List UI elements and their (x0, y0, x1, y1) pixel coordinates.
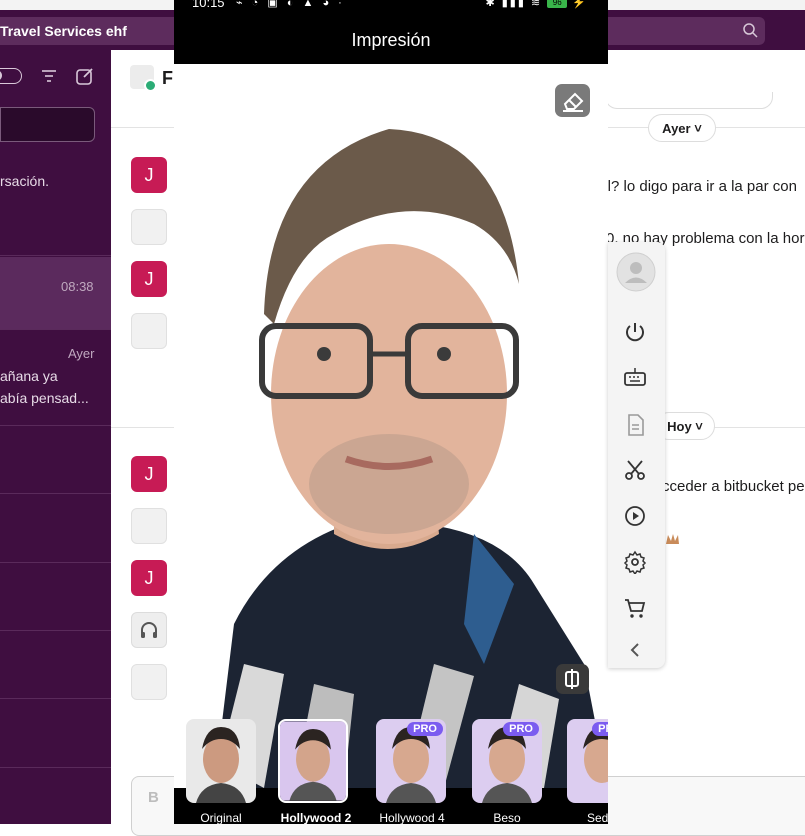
filter-thumb-hollywood-4[interactable]: PRO (376, 719, 446, 803)
day-pill-ayer[interactable]: Ayer ˅ (648, 114, 716, 142)
photo-viewer[interactable] (174, 64, 608, 788)
compose-icon[interactable] (75, 66, 95, 86)
compare-button[interactable] (556, 664, 589, 694)
avatar[interactable] (131, 508, 167, 544)
pro-badge: PRO (592, 722, 608, 736)
power-icon[interactable] (623, 320, 647, 344)
avatar[interactable]: J (131, 261, 167, 297)
divider (0, 493, 111, 494)
headphones-avatar[interactable] (131, 612, 167, 648)
status-time: 10:15 (192, 0, 225, 10)
document-icon[interactable] (623, 413, 647, 437)
avatar[interactable] (131, 664, 167, 700)
sidebar-item-preview: añana ya (0, 368, 58, 384)
sidebar-item-preview: rsación. (0, 173, 50, 189)
pro-badge: PRO (407, 722, 443, 736)
divider (0, 425, 111, 426)
divider (0, 562, 111, 563)
eraser-button[interactable] (555, 84, 590, 117)
eraser-icon (563, 92, 584, 112)
chevron-down-icon: ˅ (694, 121, 702, 136)
settings-icon[interactable] (623, 550, 647, 574)
portrait-photo (174, 64, 608, 788)
sidebar-item-preview: abía pensad... (0, 390, 89, 406)
sidebar: rsación. 08:38 Ayer añana ya abía pensad… (0, 50, 111, 824)
message-card-edge (605, 92, 773, 109)
cart-icon[interactable] (623, 596, 647, 620)
divider (0, 630, 111, 631)
sidebar-item-time: Ayer (68, 346, 95, 361)
divider (0, 255, 111, 256)
keyboard-icon[interactable] (623, 365, 647, 389)
emoji-reaction-icon (662, 528, 682, 548)
status-bar: 10:15 ⌁ ◔ ▣ ◐ ▲ ◕ · ✱ ▮▮▮ ≋ 96 ⚡ (174, 0, 608, 12)
avatar[interactable]: J (131, 560, 167, 596)
unread-toggle[interactable] (0, 68, 22, 84)
filter-label: Sed (587, 811, 608, 824)
filter-label: Beso (493, 811, 521, 824)
pro-badge: PRO (503, 722, 539, 736)
avatar[interactable] (131, 209, 167, 245)
search-icon[interactable] (742, 22, 758, 38)
compare-icon (565, 669, 579, 689)
online-status-dot (144, 79, 157, 92)
divider (0, 329, 111, 330)
notification-icons: ⌁ ◔ ▣ ◐ ▲ ◕ · (236, 0, 345, 9)
battery-icon: 96 (547, 0, 568, 9)
filter-label: Hollywood 4 (379, 811, 445, 824)
avatar[interactable]: J (131, 456, 167, 492)
filter-thumb-sed[interactable]: PRO (567, 719, 608, 803)
divider (0, 767, 111, 768)
filter-label: Original (200, 811, 242, 824)
workspace-name: Travel Services ehf (0, 23, 127, 39)
sidebar-search[interactable] (0, 107, 95, 142)
user-avatar-icon[interactable] (616, 252, 656, 292)
headphones-icon (141, 622, 157, 638)
channel-avatar[interactable] (130, 65, 157, 92)
avatar[interactable]: J (131, 157, 167, 193)
scissors-icon[interactable] (623, 458, 647, 482)
play-icon[interactable] (623, 504, 647, 528)
avatar[interactable] (131, 313, 167, 349)
bold-button[interactable]: B (148, 789, 159, 806)
message-text: cceder a bitbucket pe (662, 478, 805, 495)
divider (0, 698, 111, 699)
filter-label-selected: Hollywood 2 (280, 811, 352, 824)
sidebar-item-active[interactable]: 08:38 (0, 257, 111, 329)
sidebar-item-time: 08:38 (61, 279, 94, 294)
screen-title: Impresión (351, 30, 431, 50)
filter-thumb-beso[interactable]: PRO (472, 719, 542, 803)
filter-icon[interactable] (40, 68, 58, 84)
phone-mirror-window: 10:15 ⌁ ◔ ▣ ◐ ▲ ◕ · ✱ ▮▮▮ ≋ 96 ⚡ Impresi… (174, 0, 608, 824)
message-text: oral? lo digo para ir a la par con (586, 178, 797, 195)
day-pill-label: Ayer (662, 121, 691, 136)
system-icons: ✱ ▮▮▮ ≋ 96 ⚡ (485, 0, 588, 9)
chevron-left-icon[interactable] (623, 638, 647, 662)
filter-thumb-hollywood-2[interactable] (278, 719, 348, 803)
filter-thumb-original[interactable] (186, 719, 256, 803)
day-pill-label: Hoy (667, 419, 692, 434)
chevron-down-icon: ˅ (695, 419, 703, 434)
floating-toolbar (608, 242, 665, 668)
